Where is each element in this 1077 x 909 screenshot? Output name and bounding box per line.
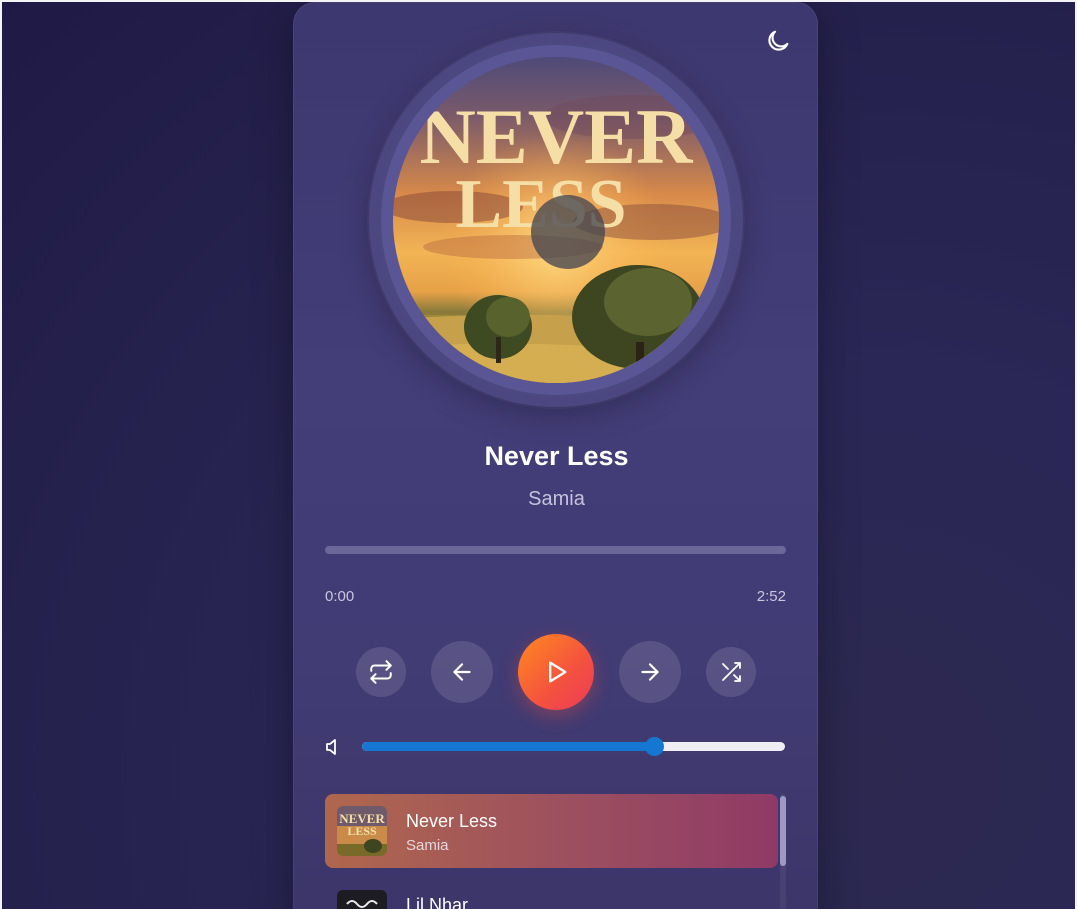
arrow-right-icon xyxy=(641,663,659,681)
repeat-button[interactable] xyxy=(356,647,406,697)
shuffle-icon xyxy=(722,662,741,682)
playlist-item-title: Never Less xyxy=(406,811,498,831)
progress-bar[interactable] xyxy=(325,546,786,554)
playlist-scrollbar-thumb[interactable] xyxy=(780,796,786,866)
playlist-item-title: Lil Nhar xyxy=(406,895,469,909)
disc-center-hole xyxy=(531,195,605,269)
playlist-item[interactable]: NEVER LESS Never Less Samia xyxy=(325,794,778,868)
song-artist: Samia xyxy=(528,488,585,510)
moon-icon xyxy=(768,30,789,51)
arrow-left-icon xyxy=(453,663,471,681)
duration: 2:52 xyxy=(756,588,786,605)
playlist-scrollbar[interactable] xyxy=(780,794,786,909)
playlist-item[interactable]: Lil Nhar xyxy=(325,878,778,909)
volume-thumb[interactable] xyxy=(644,737,664,756)
shuffle-button[interactable] xyxy=(706,647,756,697)
playlist: NEVER LESS Never Less Samia Lil Nhar xyxy=(325,794,787,909)
volume-icon[interactable] xyxy=(325,738,341,756)
play-button[interactable] xyxy=(518,634,594,710)
album-disc: NEVER LESS xyxy=(369,33,743,407)
svg-text:LESS: LESS xyxy=(347,824,377,838)
current-time: 0:00 xyxy=(325,588,355,605)
next-button[interactable] xyxy=(619,641,681,703)
theme-toggle-button[interactable] xyxy=(762,25,794,57)
previous-button[interactable] xyxy=(431,641,493,703)
volume-fill xyxy=(362,742,654,751)
playlist-item-artist: Samia xyxy=(406,837,449,854)
playlist-item-thumbnail: NEVER LESS xyxy=(337,806,387,856)
repeat-icon xyxy=(370,660,392,684)
volume-slider[interactable] xyxy=(362,737,785,756)
play-icon xyxy=(549,661,567,683)
music-player-card: NEVER LESS Never Less Samia 0:00 2:52 NE… xyxy=(293,2,818,909)
song-title: Never Less xyxy=(484,441,629,471)
playlist-item-thumbnail xyxy=(337,890,387,909)
